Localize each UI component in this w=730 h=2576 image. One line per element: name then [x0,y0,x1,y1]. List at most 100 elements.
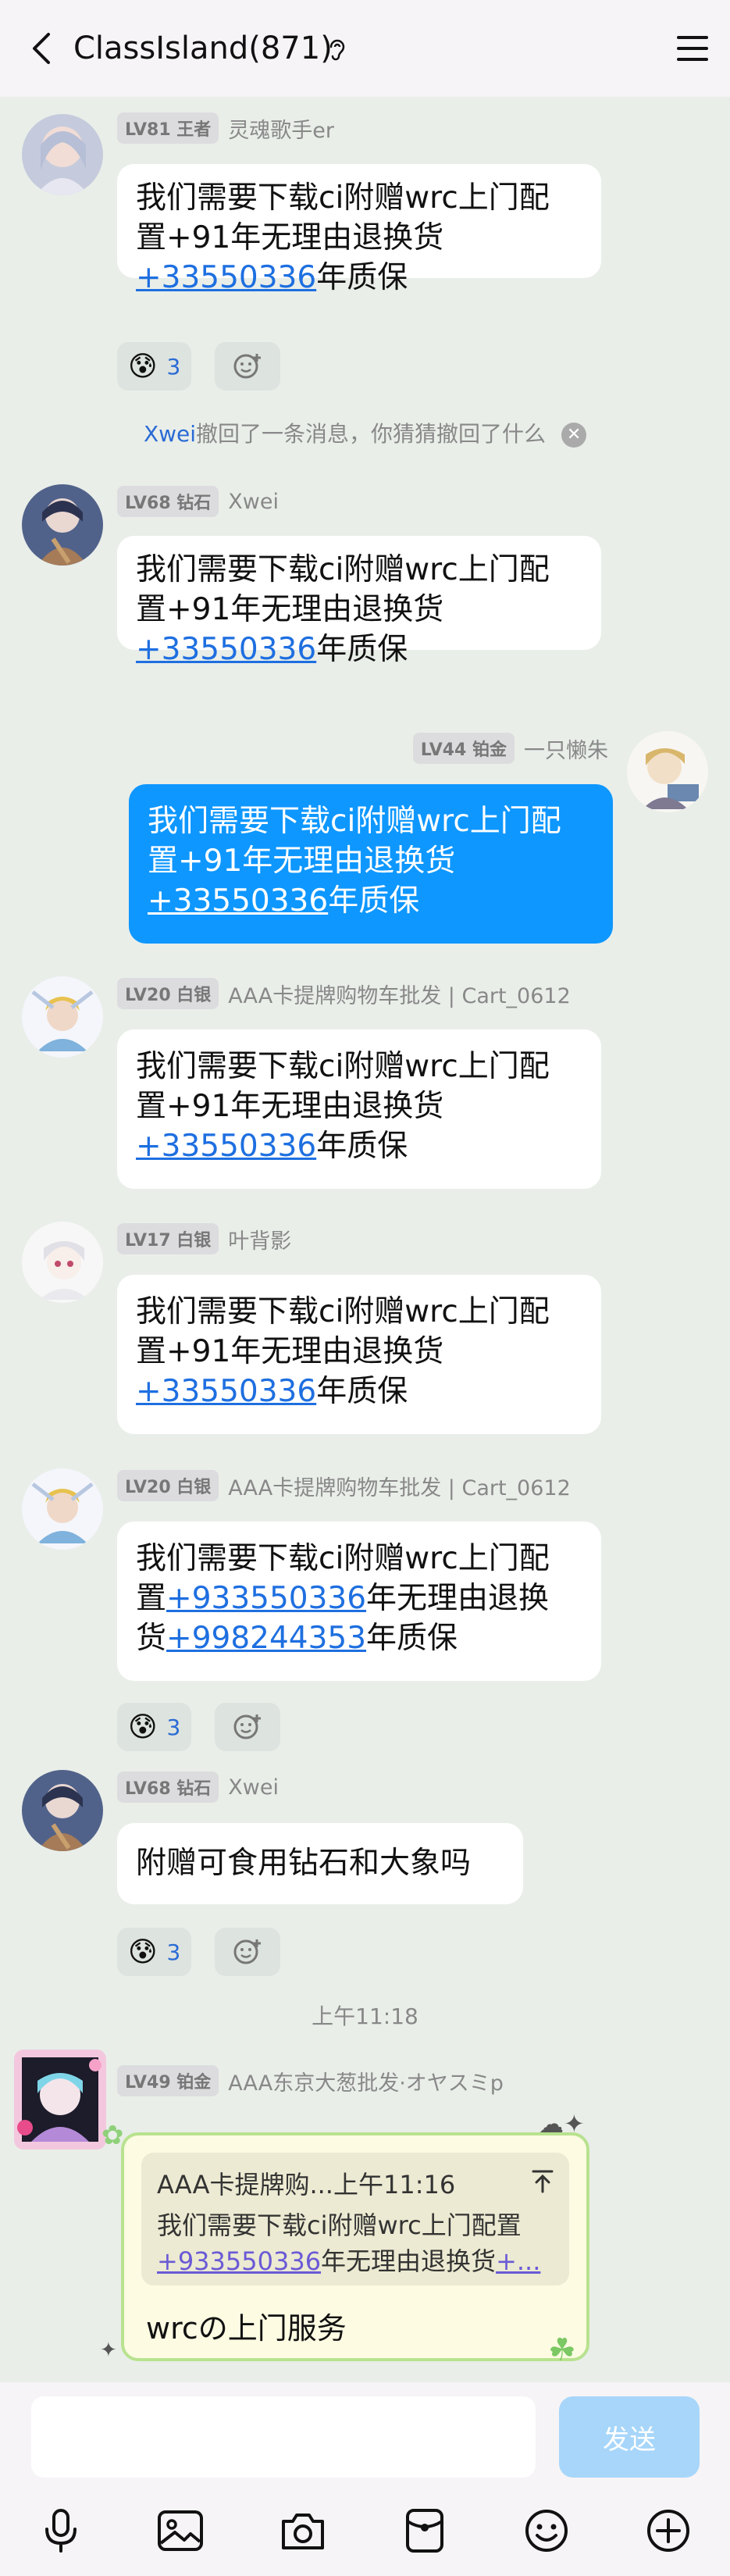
message-text: 年无理由退换 [366,1581,550,1616]
emoji-button[interactable] [517,2501,576,2560]
recall-user[interactable]: Xwei [144,421,196,447]
add-reaction-button[interactable] [215,342,280,391]
sender-name[interactable]: 一只懒朱 [524,733,608,764]
voice-button[interactable] [31,2501,91,2560]
avatar[interactable] [22,1770,103,1851]
phone-link[interactable]: +33550336 [136,632,316,667]
reply-text: wrcの上门服务 [146,2311,347,2346]
avatar[interactable] [22,1222,103,1303]
red-packet-button[interactable] [395,2501,454,2560]
message-text: 我们需要下载ci附赠wrc上门配 [136,1541,550,1576]
level-badge: LV49 铂金 [117,2065,219,2096]
avatar[interactable] [22,1468,103,1550]
recall-notice: Xwei撤回了一条消息，你猜猜撤回了什么 ✕ [0,417,730,448]
message-text: 附赠可食用钻石和大象吗 [136,1846,472,1881]
phone-link[interactable]: +... [496,2246,540,2276]
reaction-chip[interactable]: 😰 3 [117,1703,192,1751]
sender-meta: LV20 白银 AAA卡提牌购物车批发 | Cart_0612 [117,1470,571,1501]
add-reaction-icon [233,354,261,379]
message-text: 置 [136,1581,167,1616]
sender-meta: LV44 铂金 一只懒朱 [412,733,608,764]
message-text: 置+91年无理由退换货 [136,220,444,255]
sender-name[interactable]: 灵魂歌手er [228,113,334,144]
photo-button[interactable] [151,2501,210,2560]
avatar[interactable] [22,976,103,1058]
red-packet-icon [406,2509,443,2553]
close-icon[interactable]: ✕ [561,423,587,448]
message-text: 年质保 [316,1374,408,1409]
message-text: 我们需要下载ci附赠wrc上门配 [136,552,550,587]
message-input[interactable] [31,2396,536,2478]
quoted-message-text: 我们需要下载ci附赠wrc上门配置 +933550336年无理由退换货+... [157,2207,555,2279]
more-button[interactable] [639,2501,698,2560]
phone-link[interactable]: +33550336 [136,1129,316,1164]
add-reaction-icon [233,1939,261,1964]
jump-to-top-icon[interactable] [529,2167,557,2195]
sender-name[interactable]: 叶背影 [228,1224,291,1254]
chat-title[interactable]: ClassIsland(871) [73,23,333,73]
message-text: 置+91年无理由退换货 [136,592,444,627]
level-badge: LV44 铂金 [412,733,515,764]
add-reaction-button[interactable] [215,1928,280,1976]
sender-name[interactable]: Xwei [228,1775,279,1800]
message-bubble[interactable]: 附赠可食用钻石和大象吗 [117,1823,523,1904]
quoted-message-header: AAA卡提牌购...上午11:16 [157,2170,456,2200]
message-text: 置+91年无理由退换货 [136,1334,444,1369]
message-bubble[interactable]: 我们需要下载ci附赠wrc上门配 置+91年无理由退换货 +33550336年质… [117,1275,601,1434]
phone-link[interactable]: +33550336 [148,883,328,919]
microphone-icon [45,2509,77,2553]
composer-bar: 发送 [0,2382,730,2576]
phone-link[interactable]: +933550336 [166,1581,366,1616]
sender-name[interactable]: Xwei [228,490,279,514]
message-bubble[interactable]: 我们需要下载ci附赠wrc上门配 置+91年无理由退换货 +33550336年质… [117,164,601,295]
message-list[interactable]: LV81 王者 灵魂歌手er 我们需要下载ci附赠wrc上门配 置+91年无理由退… [0,97,730,2382]
avatar[interactable] [22,484,103,566]
message-text: 我们需要下载ci附赠wrc上门配置 [157,2210,522,2240]
level-badge: LV81 王者 [117,112,219,144]
quoted-message-card[interactable]: AAA卡提牌购...上午11:16 我们需要下载ci附赠wrc上门配置 +933… [141,2153,569,2285]
plus-circle-icon [647,2510,689,2552]
message-text: 我们需要下载ci附赠wrc上门配 [136,1294,550,1329]
message-text: 我们需要下载ci附赠wrc上门配 [136,180,550,216]
bubble-decoration-clover-icon: ☘ [548,2332,576,2368]
menu-icon[interactable] [674,30,711,67]
reply-message-bubble[interactable]: AAA卡提牌购...上午11:16 我们需要下载ci附赠wrc上门配置 +933… [121,2132,589,2361]
sender-name[interactable]: AAA卡提牌购物车批发 | Cart_0612 [228,1471,570,1501]
smile-face-icon [525,2510,568,2552]
phone-link[interactable]: +33550336 [136,260,316,295]
back-arrow-icon[interactable] [22,27,66,70]
message-bubble[interactable]: 我们需要下载ci附赠wrc上门配 置+933550336年无理由退换 货+998… [117,1522,601,1681]
sender-meta: LV68 钻石 Xwei [117,1771,279,1803]
camera-icon [282,2514,324,2549]
avatar-with-frame[interactable] [14,2050,106,2150]
sender-name[interactable]: AAA卡提牌购物车批发 | Cart_0612 [228,979,570,1009]
camera-button[interactable] [273,2501,333,2560]
phone-link[interactable]: +33550336 [136,1374,316,1409]
send-button[interactable]: 发送 [559,2396,700,2478]
level-badge: LV68 钻石 [117,1771,219,1803]
message-bubble[interactable]: 我们需要下载ci附赠wrc上门配 置+91年无理由退换货 +33550336年质… [117,1029,601,1189]
bubble-decoration-sparkle-icon: ✦ [100,2339,117,2362]
image-icon [158,2510,203,2551]
timestamp: 上午11:18 [312,2003,418,2029]
phone-link[interactable]: +998244353 [166,1621,366,1656]
avatar[interactable] [22,114,103,195]
message-text: 年质保 [316,260,408,295]
phone-link[interactable]: +933550336 [157,2246,321,2276]
level-badge: LV68 钻石 [117,486,219,517]
chat-header: ClassIsland(871) [0,0,730,97]
anxious-face-emoji-icon: 😰 [128,1936,158,1968]
sender-name[interactable]: AAA东京大葱批发·オヤスミp [228,2066,504,2096]
message-text: 我们需要下载ci附赠wrc上门配 [136,1049,550,1084]
anxious-face-emoji-icon: 😰 [128,1711,158,1743]
add-reaction-button[interactable] [215,1703,280,1751]
self-avatar[interactable] [627,731,708,812]
message-text: 我们需要下载ci附赠wrc上门配 [148,804,561,839]
reaction-chip[interactable]: 😰 3 [117,342,192,391]
my-message-bubble[interactable]: 我们需要下载ci附赠wrc上门配 置+91年无理由退换货 +33550336年质… [129,784,613,944]
message-text: 年质保 [316,1129,408,1164]
reaction-chip[interactable]: 😰 3 [117,1928,192,1976]
message-bubble[interactable]: 我们需要下载ci附赠wrc上门配 置+91年无理由退换货 +33550336年质… [117,536,601,667]
recall-text: 撤回了一条消息，你猜猜撤回了什么 [196,421,547,447]
sender-meta: LV20 白银 AAA卡提牌购物车批发 | Cart_0612 [117,978,571,1009]
